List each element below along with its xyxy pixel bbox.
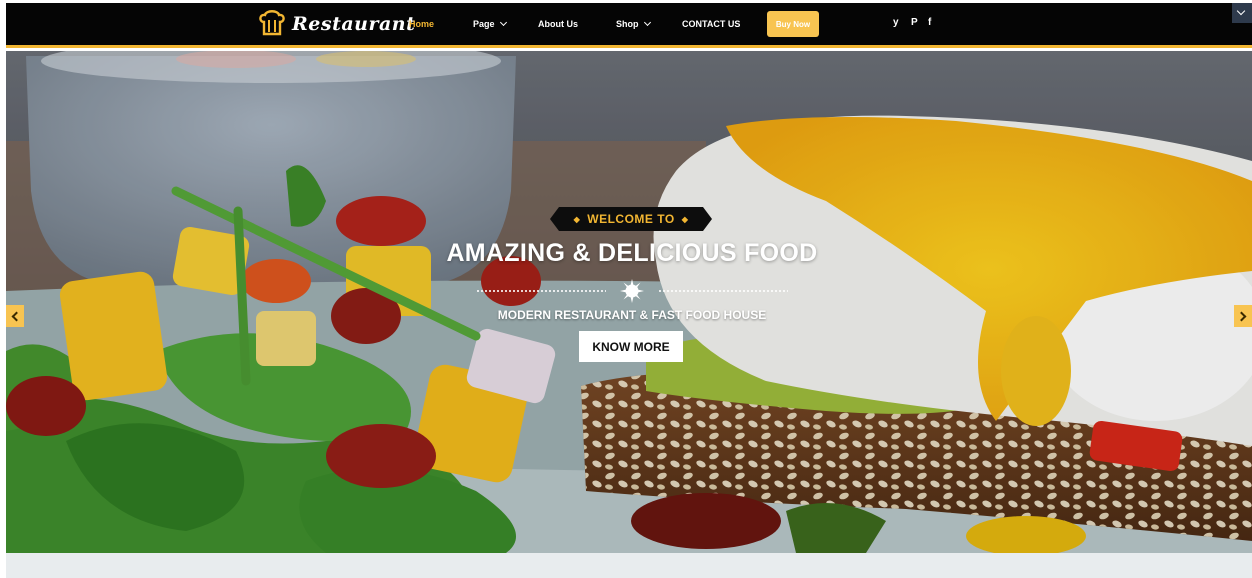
hero-slider: ◆ WELCOME TO ◆ AMAZING & DELICIOUS FOOD … <box>6 51 1252 553</box>
brand-name: Restaurant <box>292 13 416 35</box>
nav-shop-label: Shop <box>616 19 639 29</box>
know-more-button[interactable]: KNOW MORE <box>579 331 683 362</box>
nav-about-us[interactable]: About Us <box>538 19 578 29</box>
twitter-icon[interactable]: y <box>893 17 899 28</box>
diamond-icon: ◆ <box>681 214 689 224</box>
decorative-divider <box>476 279 788 303</box>
top-navbar: Restaurant Home Page About Us Shop CONTA… <box>6 3 1252 48</box>
nav-contact-us[interactable]: CONTACT US <box>682 19 740 29</box>
chevron-down-icon <box>643 18 651 27</box>
starburst-icon <box>620 279 644 303</box>
chevron-down-icon <box>499 18 507 27</box>
hero-subheadline: MODERN RESTAURANT & FAST FOOD HOUSE <box>497 308 767 322</box>
facebook-icon[interactable]: f <box>928 17 931 28</box>
brand-logo[interactable]: Restaurant <box>256 8 415 40</box>
nav-page[interactable]: Page <box>473 18 507 29</box>
dotted-line <box>658 290 788 292</box>
welcome-text: WELCOME TO <box>587 212 675 226</box>
chevron-right-icon[interactable] <box>1234 305 1252 327</box>
pinterest-icon[interactable]: P <box>911 17 918 28</box>
dotted-line <box>476 290 606 292</box>
chevron-left-icon[interactable] <box>6 305 24 327</box>
corner-toggle-button[interactable] <box>1232 3 1252 23</box>
plate-edge-strip <box>6 553 1252 578</box>
welcome-badge: ◆ WELCOME TO ◆ <box>550 207 712 231</box>
nav-home[interactable]: Home <box>409 19 434 29</box>
hero-headline: AMAZING & DELICIOUS FOOD <box>446 239 818 267</box>
buy-now-button[interactable]: Buy Now <box>767 11 819 37</box>
nav-shop[interactable]: Shop <box>616 18 651 29</box>
diamond-icon: ◆ <box>573 214 581 224</box>
chef-hat-icon <box>259 10 285 36</box>
nav-page-label: Page <box>473 19 495 29</box>
